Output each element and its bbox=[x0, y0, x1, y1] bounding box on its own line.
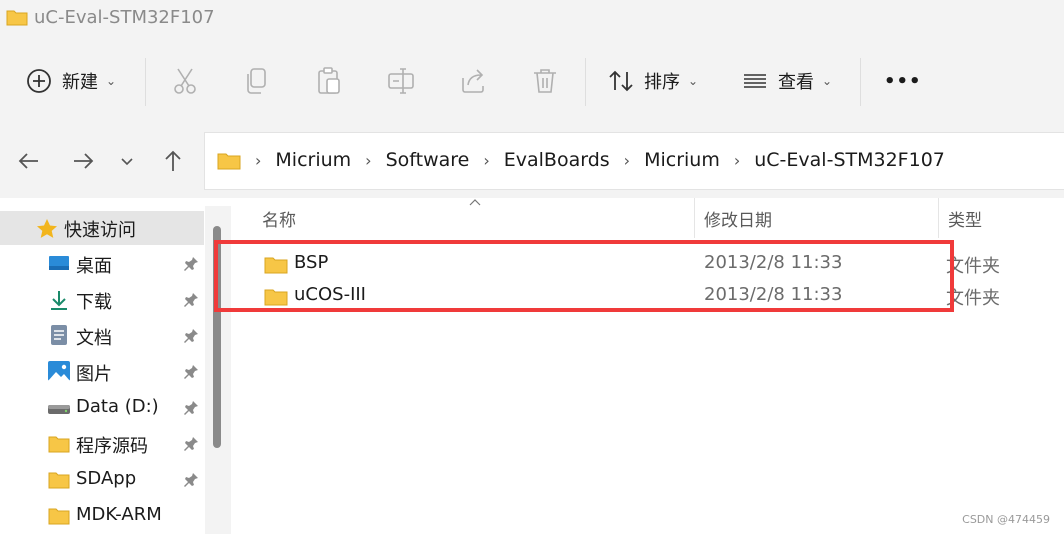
rename-icon[interactable] bbox=[386, 66, 416, 96]
folder-icon bbox=[48, 508, 70, 525]
pin-icon bbox=[182, 327, 200, 345]
sidebar-item-label: 下载 bbox=[76, 292, 112, 313]
command-bar: 新建 ⌄ 排序 ⌄ 查看 ⌄ ••• bbox=[0, 36, 1064, 124]
sidebar-item-label: 程序源码 bbox=[76, 436, 148, 457]
sidebar-item-pictures[interactable]: 图片 bbox=[0, 355, 204, 389]
download-icon bbox=[51, 291, 67, 310]
title-bar: uC-Eval-STM32F107 bbox=[0, 0, 1064, 36]
navigation-pane: 快速访问 桌面 下载 文档 图片 Data (D:) 程序源码 SDApp MD… bbox=[0, 198, 204, 534]
breadcrumb-item[interactable]: Micrium bbox=[275, 149, 351, 171]
toolbar-divider bbox=[585, 58, 586, 106]
sidebar-item-desktop[interactable]: 桌面 bbox=[0, 247, 204, 281]
chevron-down-icon: ⌄ bbox=[106, 74, 117, 88]
sidebar-item-label: 文档 bbox=[76, 328, 112, 349]
file-type: 文件夹 bbox=[946, 256, 1000, 277]
share-icon[interactable] bbox=[458, 66, 488, 96]
column-header-name[interactable]: 名称 bbox=[262, 206, 296, 231]
breadcrumb-item[interactable]: uC-Eval-STM32F107 bbox=[754, 149, 945, 171]
sort-button[interactable]: 排序 ⌄ bbox=[608, 56, 698, 106]
document-icon bbox=[51, 325, 67, 345]
chevron-right-icon[interactable]: › bbox=[734, 151, 740, 170]
picture-icon bbox=[48, 361, 70, 381]
drive-icon bbox=[48, 405, 70, 414]
watermark: CSDN @474459 bbox=[962, 513, 1050, 526]
red-highlight-box bbox=[214, 240, 954, 312]
chevron-down-icon: ⌄ bbox=[822, 74, 833, 88]
sidebar-item-mdk-arm[interactable]: MDK-ARM bbox=[0, 499, 204, 533]
toolbar-divider bbox=[145, 58, 146, 106]
pin-icon bbox=[182, 435, 200, 453]
chevron-right-icon: › bbox=[255, 150, 262, 170]
star-icon bbox=[37, 219, 57, 238]
sidebar-item-downloads[interactable]: 下载 bbox=[0, 283, 204, 317]
sidebar-item-documents[interactable]: 文档 bbox=[0, 319, 204, 353]
up-arrow-icon[interactable] bbox=[158, 146, 188, 176]
chevron-down-icon: ⌄ bbox=[688, 74, 699, 88]
chevron-right-icon[interactable]: › bbox=[365, 151, 371, 170]
pin-icon bbox=[182, 291, 200, 309]
back-arrow-icon[interactable] bbox=[14, 146, 44, 176]
folder-icon bbox=[217, 153, 241, 169]
breadcrumb: › Micrium › Software › EvalBoards › Micr… bbox=[217, 149, 945, 171]
folder-icon bbox=[48, 436, 70, 453]
paste-icon[interactable] bbox=[314, 66, 344, 96]
breadcrumb-item[interactable]: EvalBoards bbox=[504, 149, 610, 171]
sort-button-label: 排序 bbox=[644, 72, 680, 93]
column-divider[interactable] bbox=[694, 198, 695, 238]
pin-icon bbox=[182, 471, 200, 489]
toolbar-divider bbox=[860, 58, 861, 106]
sidebar-item-label: 图片 bbox=[76, 364, 112, 385]
sidebar-item-data-drive[interactable]: Data (D:) bbox=[0, 391, 204, 425]
cut-icon[interactable] bbox=[170, 66, 200, 96]
desktop-icon bbox=[49, 256, 69, 270]
chevron-right-icon[interactable]: › bbox=[624, 151, 630, 170]
plus-circle-icon bbox=[27, 69, 51, 93]
forward-arrow-icon[interactable] bbox=[68, 146, 98, 176]
sidebar-item-label: 桌面 bbox=[76, 256, 112, 277]
recent-locations-chevron-icon[interactable] bbox=[112, 146, 142, 176]
breadcrumb-item[interactable]: Micrium bbox=[644, 149, 720, 171]
folder-icon bbox=[6, 10, 28, 26]
column-header-type[interactable]: 类型 bbox=[948, 206, 982, 231]
sidebar-item-label: SDApp bbox=[76, 468, 137, 489]
address-bar-area: › Micrium › Software › EvalBoards › Micr… bbox=[0, 124, 1064, 198]
sidebar-item-sdapp[interactable]: SDApp bbox=[0, 463, 204, 497]
pin-icon bbox=[182, 363, 200, 381]
sidebar-item-label: 快速访问 bbox=[64, 220, 136, 241]
sidebar-item-label: Data (D:) bbox=[76, 396, 159, 417]
window-title: uC-Eval-STM32F107 bbox=[34, 7, 215, 28]
more-icon: ••• bbox=[884, 70, 922, 92]
sort-ascending-icon bbox=[469, 199, 481, 206]
copy-icon[interactable] bbox=[242, 66, 272, 96]
chevron-right-icon[interactable]: › bbox=[483, 151, 489, 170]
new-button-label: 新建 bbox=[62, 72, 98, 93]
view-button[interactable]: 查看 ⌄ bbox=[742, 56, 832, 106]
delete-icon[interactable] bbox=[530, 66, 560, 96]
folder-icon bbox=[48, 472, 70, 489]
pin-icon bbox=[182, 399, 200, 417]
view-button-label: 查看 bbox=[778, 72, 814, 93]
sidebar-item-source-code[interactable]: 程序源码 bbox=[0, 427, 204, 461]
more-button[interactable]: ••• bbox=[884, 56, 922, 106]
column-divider[interactable] bbox=[938, 198, 939, 238]
address-bar[interactable]: › Micrium › Software › EvalBoards › Micr… bbox=[204, 132, 1064, 190]
breadcrumb-item[interactable]: Software bbox=[386, 149, 470, 171]
new-button[interactable]: 新建 ⌄ bbox=[26, 56, 116, 106]
sort-icon bbox=[609, 70, 633, 92]
sidebar-item-quick-access[interactable]: 快速访问 bbox=[0, 211, 204, 245]
view-list-icon bbox=[744, 74, 766, 88]
column-header-date[interactable]: 修改日期 bbox=[704, 206, 772, 231]
sidebar-item-label: MDK-ARM bbox=[76, 504, 162, 525]
pin-icon bbox=[182, 255, 200, 273]
file-type: 文件夹 bbox=[946, 288, 1000, 309]
